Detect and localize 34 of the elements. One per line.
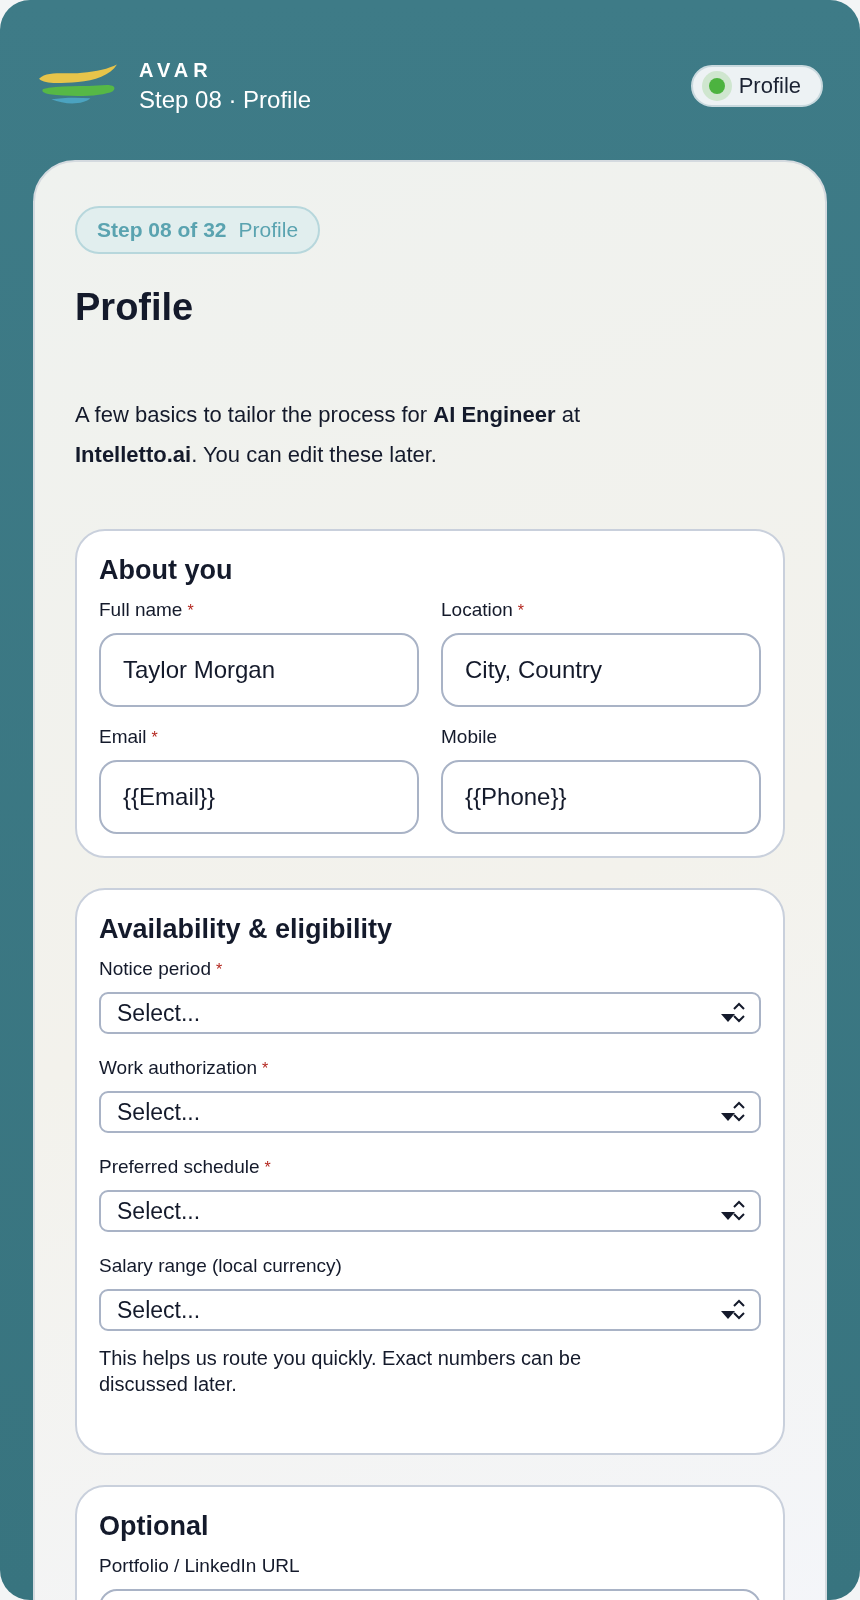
section-title: Availability & eligibility bbox=[99, 914, 394, 945]
required-mark: * bbox=[215, 961, 223, 978]
field-label: Full name bbox=[99, 599, 183, 620]
select-field[interactable]: Select... bbox=[99, 1190, 761, 1232]
field-label: Portfolio / LinkedIn URL bbox=[99, 1555, 300, 1576]
input-field[interactable]: City, Country bbox=[441, 633, 761, 707]
field-label: Preferred schedule bbox=[99, 1156, 260, 1177]
input-field[interactable]: Taylor Morgan bbox=[99, 633, 419, 707]
step-count: Step 08 of 32 bbox=[97, 218, 227, 242]
required-mark: * bbox=[151, 729, 158, 746]
select-field[interactable]: Select... bbox=[99, 1091, 761, 1133]
page-title: Profile bbox=[75, 286, 195, 329]
field-label: Email bbox=[99, 726, 147, 747]
required-mark: * bbox=[187, 602, 194, 619]
input-field[interactable]: {{Phone}} bbox=[441, 760, 761, 834]
required-mark: * bbox=[517, 602, 525, 619]
select-field[interactable]: Select... bbox=[99, 992, 761, 1034]
section-title: Optional bbox=[99, 1511, 210, 1542]
field-label: Salary range (local currency) bbox=[99, 1255, 342, 1276]
help-text: This helps us route you quickly. Exact numbers can be discussed later. bbox=[99, 1346, 583, 1397]
intro-text: A few basics to tailor the process for AI Engineer at Intelletto.ai. You can edit these later. bbox=[75, 401, 581, 469]
step-subtitle: Step 08 · Profile bbox=[139, 85, 313, 114]
brand-name: AVAR bbox=[139, 58, 214, 82]
field-label: Mobile bbox=[441, 726, 497, 747]
required-mark: * bbox=[262, 1060, 269, 1077]
required-mark: * bbox=[264, 1159, 271, 1176]
input-field[interactable]: {{Email}} bbox=[99, 760, 419, 834]
select-field[interactable]: Select... bbox=[99, 1289, 761, 1331]
field-label: Location bbox=[441, 599, 513, 620]
field-label: Work authorization bbox=[99, 1057, 258, 1078]
step-name: Profile bbox=[238, 218, 299, 242]
section-title: About you bbox=[99, 555, 234, 586]
field-label: Notice period bbox=[99, 958, 211, 979]
status-label: Profile bbox=[738, 73, 801, 99]
